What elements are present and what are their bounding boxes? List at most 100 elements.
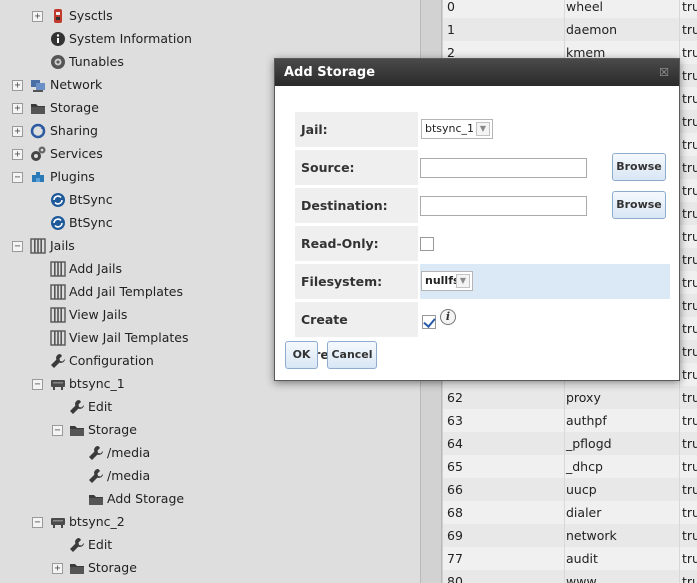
- readonly-checkbox[interactable]: [420, 237, 434, 251]
- tree-item[interactable]: Add Storage: [0, 489, 420, 509]
- ok-button[interactable]: OK: [285, 341, 318, 369]
- collapse-icon[interactable]: −: [12, 172, 23, 183]
- jail-select[interactable]: btsync_1 ▼: [421, 119, 493, 139]
- close-icon[interactable]: ☒: [659, 59, 669, 86]
- cancel-button[interactable]: Cancel: [327, 341, 377, 369]
- collapse-icon[interactable]: −: [52, 425, 63, 436]
- group-id-cell: 65: [447, 459, 463, 474]
- jails-icon: [50, 307, 66, 323]
- group-builtin-cell: tru: [679, 501, 697, 524]
- create-directory-label: Create directory:: [295, 302, 418, 362]
- destination-browse-button[interactable]: Browse: [612, 191, 666, 219]
- tree-item-label: View Jails: [69, 307, 128, 322]
- group-builtin-cell: tru: [679, 225, 697, 248]
- table-row[interactable]: 77 audittru: [443, 547, 697, 571]
- tree-item[interactable]: + Storage: [0, 558, 420, 578]
- expand-icon[interactable]: +: [12, 80, 23, 91]
- tree-item[interactable]: + Sysctls: [0, 6, 420, 26]
- tree-item-label: Tunables: [69, 54, 124, 69]
- tree-item-label: Sysctls: [69, 8, 113, 23]
- collapse-icon[interactable]: −: [32, 517, 43, 528]
- group-builtin-cell: tru: [679, 64, 697, 87]
- chevron-down-icon[interactable]: ▼: [456, 274, 470, 288]
- source-cell: Browse: [420, 150, 670, 185]
- table-row[interactable]: 63 authpftru: [443, 409, 697, 433]
- filesystem-select[interactable]: nullfs ▼: [421, 271, 473, 291]
- collapse-icon[interactable]: −: [12, 241, 23, 252]
- tree-item-label: Sharing: [50, 123, 98, 138]
- destination-label: Destination:: [295, 188, 418, 223]
- tree-item[interactable]: − btsync_2: [0, 512, 420, 532]
- tree-item-label: btsync_1: [69, 376, 125, 391]
- jail-label: Jail:: [295, 112, 418, 147]
- expand-icon[interactable]: +: [12, 126, 23, 137]
- tree-item-label: System Information: [69, 31, 192, 46]
- tree-item[interactable]: Edit: [0, 397, 420, 417]
- tree-item-label: Add Jail Templates: [69, 284, 183, 299]
- group-builtin-cell: tru: [679, 455, 697, 478]
- collapse-icon[interactable]: −: [32, 379, 43, 390]
- tree-item[interactable]: − Storage: [0, 420, 420, 440]
- tree-item[interactable]: Edit: [0, 535, 420, 555]
- source-input[interactable]: [420, 158, 587, 178]
- table-row[interactable]: 69 networktru: [443, 524, 697, 548]
- tree-item-label: Storage: [88, 422, 137, 437]
- group-builtin-cell: tru: [679, 524, 697, 547]
- source-browse-button[interactable]: Browse: [612, 153, 666, 181]
- wrench-icon: [69, 399, 85, 415]
- table-row[interactable]: 80 wwwtru: [443, 570, 697, 583]
- group-id-cell: 64: [447, 436, 463, 451]
- table-row[interactable]: 64 _pflogdtru: [443, 432, 697, 456]
- tree-item[interactable]: System Information: [0, 29, 420, 49]
- table-row[interactable]: 62 proxytru: [443, 386, 697, 410]
- source-row: Source: Browse: [295, 150, 670, 185]
- group-builtin-cell: tru: [679, 478, 697, 501]
- table-row[interactable]: 65 _dhcptru: [443, 455, 697, 479]
- create-directory-cell: i: [420, 302, 670, 337]
- source-label: Source:: [295, 150, 418, 185]
- table-row[interactable]: 68 dialertru: [443, 501, 697, 525]
- group-name-cell: wheel: [564, 0, 678, 18]
- destination-row: Destination: Browse: [295, 188, 670, 223]
- destination-input[interactable]: [420, 196, 587, 216]
- expand-icon[interactable]: +: [32, 11, 43, 22]
- dialog-title-bar[interactable]: Add Storage ☒: [275, 59, 679, 86]
- chevron-down-icon[interactable]: ▼: [476, 122, 490, 136]
- tree-item-label: Services: [50, 146, 103, 161]
- folder-icon: [69, 560, 85, 576]
- wrench-icon: [50, 353, 66, 369]
- table-row[interactable]: 0 wheeltru: [443, 0, 697, 19]
- btsync-icon: [50, 215, 66, 231]
- jails-icon: [30, 238, 46, 254]
- group-id-cell: 80: [447, 574, 463, 583]
- folder-icon: [88, 491, 104, 507]
- tree-item[interactable]: /media: [0, 443, 420, 463]
- expand-icon[interactable]: +: [12, 103, 23, 114]
- group-name-cell: authpf: [564, 409, 678, 432]
- group-builtin-cell: tru: [679, 87, 697, 110]
- tunables-icon: [50, 54, 66, 70]
- tree-item-label: Edit: [88, 399, 113, 414]
- tree-item-label: btsync_2: [69, 514, 125, 529]
- group-builtin-cell: tru: [679, 363, 697, 386]
- expand-icon[interactable]: +: [12, 149, 23, 160]
- filesystem-label: Filesystem:: [295, 264, 418, 299]
- group-builtin-cell: tru: [679, 294, 697, 317]
- filesystem-row: Filesystem: nullfs ▼: [295, 264, 670, 299]
- folder-icon: [69, 422, 85, 438]
- tree-item[interactable]: /media: [0, 466, 420, 486]
- tree-item-label: Jails: [50, 238, 75, 253]
- group-name-cell: uucp: [564, 478, 678, 501]
- info-icon[interactable]: i: [440, 309, 456, 325]
- services-icon: [30, 146, 46, 162]
- tree-item-label: Edit: [88, 537, 113, 552]
- jail-server-icon: [50, 514, 66, 530]
- table-row[interactable]: 1 daemontru: [443, 18, 697, 42]
- group-builtin-cell: tru: [679, 248, 697, 271]
- create-directory-checkbox[interactable]: [422, 315, 436, 329]
- table-row[interactable]: 66 uucptru: [443, 478, 697, 502]
- readonly-row: Read-Only:: [295, 226, 670, 261]
- expand-icon[interactable]: +: [52, 563, 63, 574]
- tree-item-label: Plugins: [50, 169, 95, 184]
- group-builtin-cell: tru: [679, 0, 697, 18]
